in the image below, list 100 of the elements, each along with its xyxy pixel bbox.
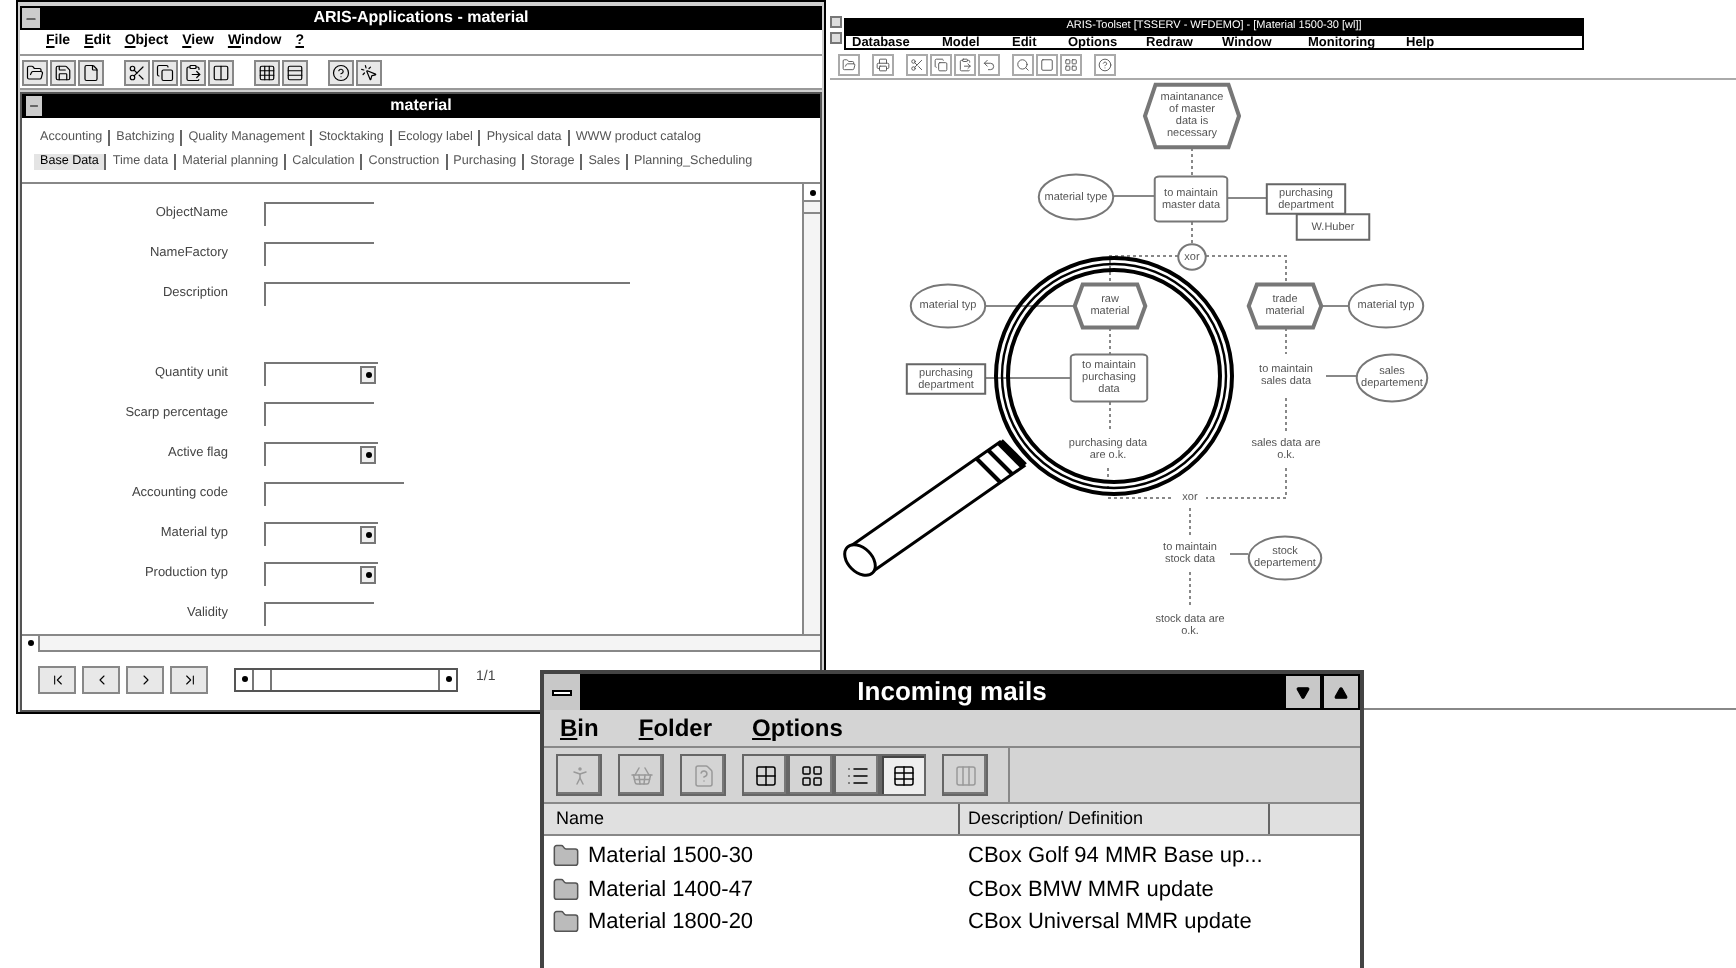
folder-icon bbox=[552, 842, 580, 871]
connector-line bbox=[1205, 255, 1287, 285]
mail-name[interactable]: Material 1800-20 bbox=[588, 906, 754, 939]
connector-line bbox=[1191, 147, 1193, 177]
connector-line bbox=[1109, 327, 1111, 355]
maximize-icon bbox=[1334, 685, 1348, 699]
text-field[interactable] bbox=[264, 282, 630, 306]
dropdown-arrow-icon bbox=[360, 366, 376, 384]
dash-icon bbox=[28, 100, 40, 112]
rows-icon bbox=[286, 63, 304, 81]
mail-description: CBox Golf 94 MMR Base up... bbox=[966, 842, 1263, 872]
last-record-icon bbox=[181, 671, 197, 687]
grid-icon bbox=[1064, 58, 1078, 72]
dropdown-arrow-icon bbox=[360, 566, 376, 584]
cut-icon bbox=[128, 63, 146, 81]
print-button[interactable] bbox=[872, 54, 894, 76]
columns-button[interactable] bbox=[208, 59, 234, 85]
frame-button[interactable] bbox=[1036, 54, 1058, 76]
details-button[interactable] bbox=[880, 754, 926, 796]
save-button[interactable] bbox=[50, 59, 76, 85]
zoom-button[interactable] bbox=[1012, 54, 1034, 76]
dropdown-arrow-icon bbox=[360, 526, 376, 544]
cut-button[interactable] bbox=[124, 59, 150, 85]
grid-icon bbox=[258, 63, 276, 81]
connector-line bbox=[985, 377, 1071, 379]
maximize-button[interactable] bbox=[1324, 676, 1358, 708]
new-file-icon bbox=[82, 63, 100, 81]
horizontal-scrollbar[interactable] bbox=[22, 634, 820, 652]
menu-item[interactable]: Bin bbox=[560, 710, 599, 746]
file-question-icon bbox=[691, 763, 715, 787]
menu-item[interactable]: Options bbox=[752, 710, 843, 746]
undo-button[interactable] bbox=[978, 54, 1000, 76]
undo-icon bbox=[982, 58, 996, 72]
text-field[interactable] bbox=[264, 402, 374, 426]
text-field[interactable] bbox=[264, 482, 404, 506]
connector-line bbox=[1191, 221, 1193, 245]
dropdown-field[interactable] bbox=[264, 362, 378, 386]
menu-item[interactable]: Folder bbox=[638, 710, 713, 746]
text-field[interactable] bbox=[264, 242, 374, 266]
vertical-scrollbar[interactable] bbox=[802, 184, 820, 634]
connector-line bbox=[1109, 255, 1179, 285]
help-button[interactable] bbox=[328, 59, 354, 85]
first-record-icon bbox=[49, 671, 65, 687]
pointer-help-icon bbox=[360, 63, 378, 81]
small-icons-button[interactable] bbox=[788, 754, 834, 796]
copy-icon bbox=[934, 58, 948, 72]
previous-record-button[interactable] bbox=[82, 665, 120, 693]
save-icon bbox=[54, 63, 72, 81]
control-menu-button[interactable] bbox=[544, 674, 580, 710]
details-icon bbox=[891, 763, 915, 787]
rows-button[interactable] bbox=[282, 59, 308, 85]
paste-button[interactable] bbox=[180, 59, 206, 85]
basket-icon bbox=[629, 763, 653, 787]
minimize-button[interactable] bbox=[1286, 676, 1320, 708]
help-icon bbox=[1098, 58, 1112, 72]
record-scrollbar[interactable] bbox=[234, 667, 458, 691]
next-record-button[interactable] bbox=[126, 665, 164, 693]
mail-description: CBox BMW MMR update bbox=[966, 875, 1214, 905]
window-title: Incoming mails bbox=[857, 674, 1047, 711]
pointer-help-button[interactable] bbox=[356, 59, 382, 85]
connector-line bbox=[1227, 197, 1267, 199]
copy-icon bbox=[156, 63, 174, 81]
cut-icon bbox=[910, 58, 924, 72]
small-icons-icon bbox=[799, 763, 823, 787]
new-file-button[interactable] bbox=[78, 59, 104, 85]
dropdown-field[interactable] bbox=[264, 562, 378, 586]
dropdown-arrow-icon bbox=[360, 446, 376, 464]
open-button[interactable] bbox=[22, 59, 48, 85]
mail-name[interactable]: Material 1400-47 bbox=[588, 873, 754, 906]
dropdown-field[interactable] bbox=[264, 442, 378, 466]
person-icon bbox=[567, 763, 591, 787]
connector-line bbox=[1107, 467, 1175, 499]
connector-line bbox=[1285, 397, 1287, 433]
large-icons-button[interactable] bbox=[742, 754, 788, 796]
copy-button[interactable] bbox=[152, 59, 178, 85]
column-header[interactable]: Name bbox=[544, 804, 960, 834]
window-title: ARIS-Applications - material bbox=[313, 6, 529, 30]
minimize-icon bbox=[1296, 685, 1310, 699]
mail-name[interactable]: Material 1500-30 bbox=[588, 840, 754, 873]
open-icon bbox=[842, 58, 856, 72]
print-icon bbox=[876, 58, 890, 72]
help-icon bbox=[332, 63, 350, 81]
paste-icon bbox=[184, 63, 202, 81]
connector-line bbox=[1113, 195, 1155, 197]
dropdown-field[interactable] bbox=[264, 522, 378, 546]
connector-line bbox=[1321, 305, 1349, 307]
folder-icon bbox=[552, 908, 580, 937]
column-header[interactable]: Description/ Definition bbox=[960, 804, 1270, 834]
connector-line bbox=[1229, 553, 1249, 555]
open-icon bbox=[26, 63, 44, 81]
text-field[interactable] bbox=[264, 602, 374, 626]
last-record-button[interactable] bbox=[170, 665, 208, 693]
grid-button[interactable] bbox=[254, 59, 280, 85]
zoom-icon bbox=[1016, 58, 1030, 72]
first-record-button[interactable] bbox=[38, 665, 76, 693]
document-title: material bbox=[390, 94, 452, 118]
mail-description: CBox Universal MMR update bbox=[966, 908, 1252, 938]
list-button[interactable] bbox=[834, 754, 880, 796]
text-field[interactable] bbox=[264, 202, 374, 226]
connector-line bbox=[985, 305, 1075, 307]
